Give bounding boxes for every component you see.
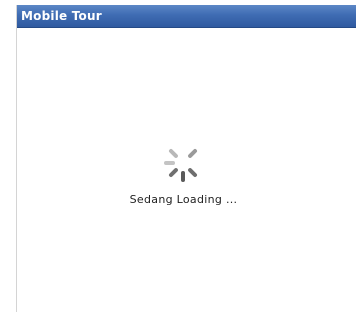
title-bar: Mobile Tour xyxy=(17,5,356,28)
loading-screen xyxy=(17,28,356,312)
spinner-segment xyxy=(181,144,185,155)
loading-message: Sedang Loading ... xyxy=(129,193,238,206)
spinner-segment xyxy=(181,171,185,182)
spinner-segment xyxy=(164,161,175,165)
spinner-segment xyxy=(191,161,202,165)
app-window: Mobile Tour xyxy=(16,5,356,312)
window-title: Mobile Tour xyxy=(21,9,102,23)
